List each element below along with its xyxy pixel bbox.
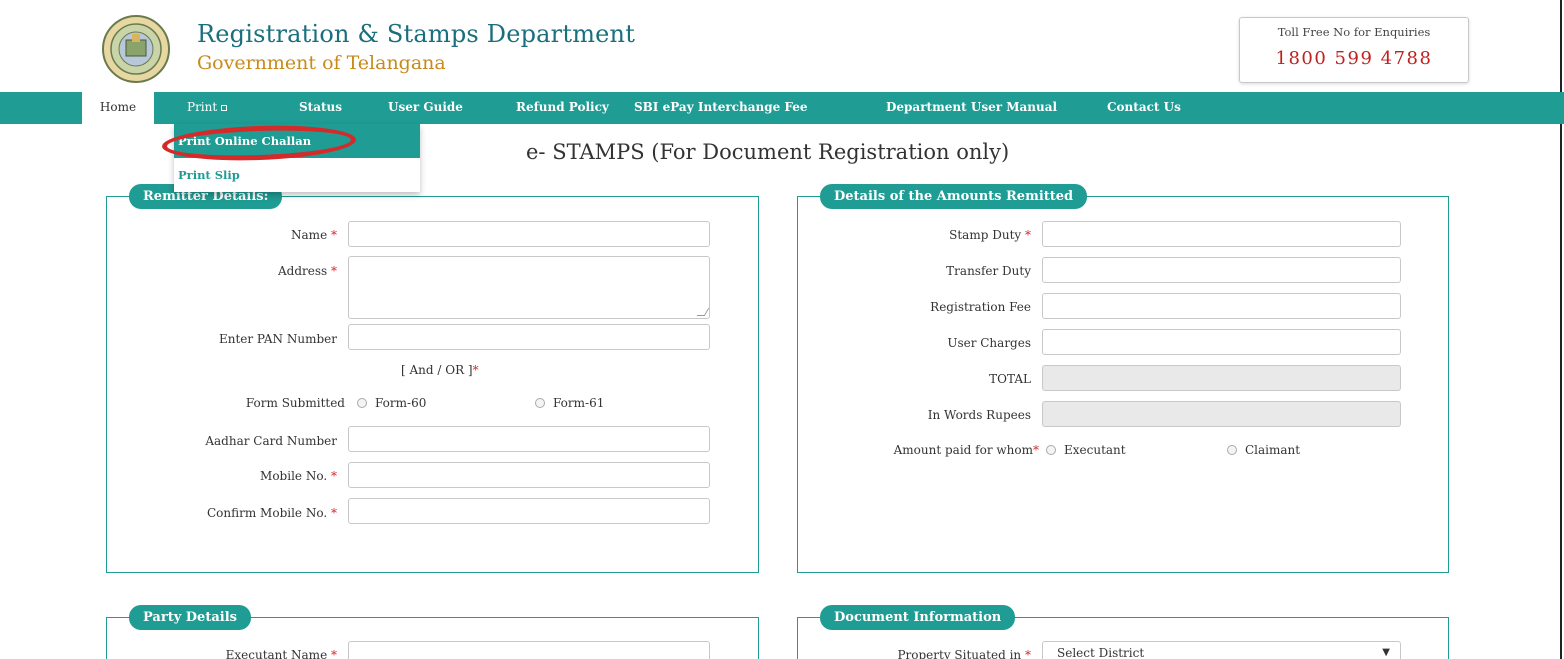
nav-status[interactable]: Status	[299, 92, 342, 124]
executant-name-input[interactable]	[348, 641, 710, 659]
executant-name-label: Executant Name *	[225, 648, 337, 659]
mobile-input[interactable]	[348, 462, 710, 488]
pan-label: Enter PAN Number	[218, 332, 337, 346]
total-input	[1042, 365, 1401, 391]
telangana-emblem-logo	[102, 15, 170, 83]
aadhar-input[interactable]	[348, 426, 710, 452]
site-subtitle: Government of Telangana	[197, 52, 446, 74]
and-or-note: [ And / OR ]*	[401, 363, 479, 377]
transfer-duty-input[interactable]	[1042, 257, 1401, 283]
stamp-duty-input[interactable]	[1042, 221, 1401, 247]
property-situated-label: Property Situated in *	[897, 648, 1031, 659]
radio-icon	[1046, 445, 1056, 455]
nav-print[interactable]: Print	[187, 92, 228, 124]
radio-icon	[535, 398, 545, 408]
nav-sbi-epay-fee[interactable]: SBI ePay Interchange Fee	[634, 92, 808, 124]
nav-user-guide[interactable]: User Guide	[388, 92, 463, 124]
amounts-remitted-legend: Details of the Amounts Remitted	[820, 184, 1088, 209]
registration-fee-input[interactable]	[1042, 293, 1401, 319]
document-information-legend: Document Information	[820, 605, 1016, 630]
form-submitted-label: Form Submitted	[245, 396, 345, 410]
executant-radio[interactable]: Executant	[1046, 443, 1126, 457]
stamp-duty-label: Stamp Duty *	[949, 228, 1031, 242]
in-words-input	[1042, 401, 1401, 427]
registration-fee-label: Registration Fee	[930, 300, 1031, 314]
user-charges-label: User Charges	[947, 336, 1031, 350]
user-charges-input[interactable]	[1042, 329, 1401, 355]
nav-department-user-manual[interactable]: Department User Manual	[886, 92, 1057, 124]
amounts-remitted-panel: Details of the Amounts Remitted Stamp Du…	[797, 184, 1449, 573]
site-title: Registration & Stamps Department	[197, 20, 636, 48]
confirm-mobile-label: Confirm Mobile No. *	[206, 506, 337, 520]
radio-icon	[1227, 445, 1237, 455]
form60-radio[interactable]: Form-60	[357, 396, 426, 410]
nav-home[interactable]: Home	[82, 92, 154, 124]
site-header: Registration & Stamps Department Governm…	[0, 0, 1564, 92]
mobile-label: Mobile No. *	[260, 469, 337, 483]
address-textarea[interactable]	[348, 256, 710, 319]
confirm-mobile-input[interactable]	[348, 498, 710, 524]
name-label: Name *	[291, 228, 337, 242]
document-information-panel: Document Information Property Situated i…	[797, 605, 1449, 659]
toll-free-box: Toll Free No for Enquiries 1800 599 4788	[1239, 17, 1469, 83]
form61-radio[interactable]: Form-61	[535, 396, 604, 410]
nav-print-label: Print	[187, 100, 218, 114]
toll-free-label: Toll Free No for Enquiries	[1277, 25, 1431, 39]
party-details-panel: Party Details Executant Name *	[106, 605, 759, 659]
resize-grip-icon[interactable]	[696, 308, 710, 316]
paid-for-label: Amount paid for whom*	[893, 443, 1039, 457]
dropdown-caret-icon	[221, 104, 228, 111]
dropdown-arrow-icon: ▼	[1382, 647, 1390, 658]
toll-free-number: 1800 599 4788	[1275, 48, 1433, 69]
district-select-value: Select District	[1057, 646, 1145, 659]
aadhar-label: Aadhar Card Number	[205, 434, 337, 448]
radio-icon	[357, 398, 367, 408]
name-input[interactable]	[348, 221, 710, 247]
district-select[interactable]: Select District ▼	[1042, 641, 1401, 659]
nav-refund-policy[interactable]: Refund Policy	[516, 92, 609, 124]
remitter-details-panel: Remitter Details: Name * Address * Enter…	[106, 184, 759, 573]
main-nav: Home Print Status User Guide Refund Poli…	[0, 92, 1564, 124]
claimant-radio[interactable]: Claimant	[1227, 443, 1300, 457]
menu-item-print-slip[interactable]: Print Slip	[174, 158, 420, 192]
in-words-label: In Words Rupees	[927, 408, 1031, 422]
party-details-legend: Party Details	[129, 605, 251, 630]
address-label: Address *	[277, 264, 337, 278]
total-label: TOTAL	[989, 372, 1031, 386]
page-title: e- STAMPS (For Document Registration onl…	[526, 140, 1010, 164]
transfer-duty-label: Transfer Duty	[946, 264, 1031, 278]
nav-contact-us[interactable]: Contact Us	[1107, 92, 1181, 124]
pan-input[interactable]	[348, 324, 710, 350]
